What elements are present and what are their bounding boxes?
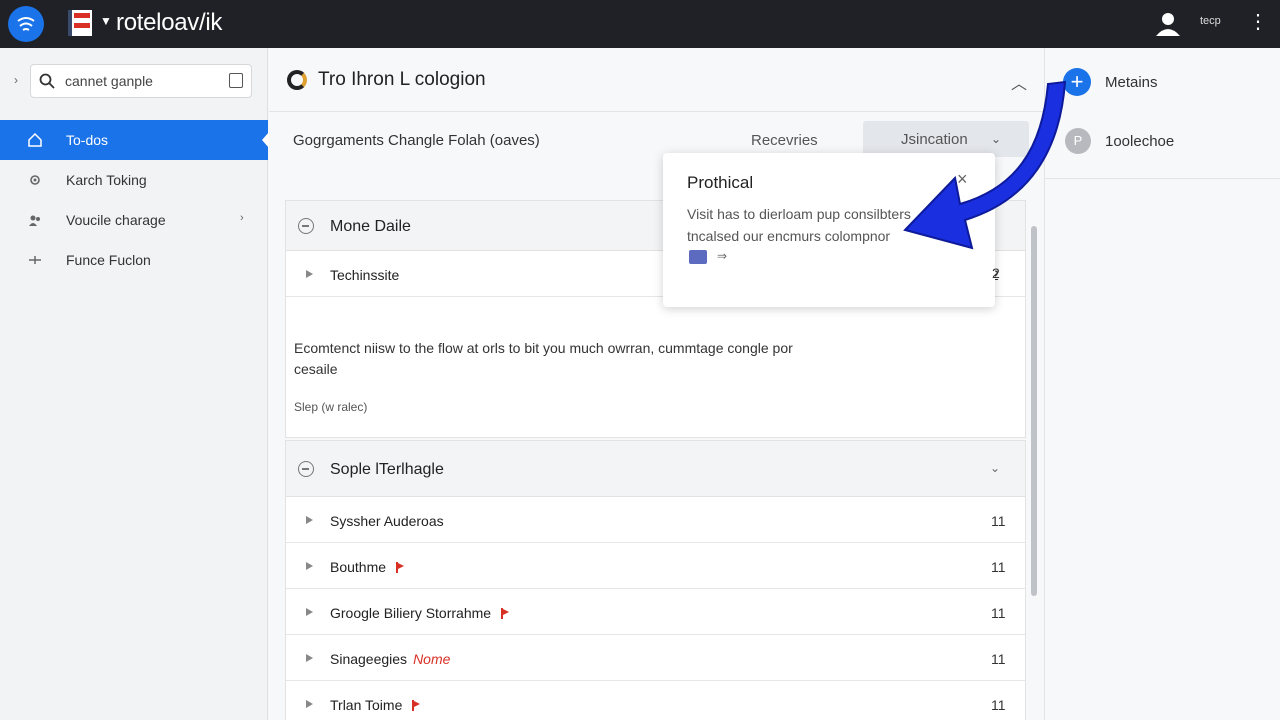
row-label-wrap: Groogle Biliery Storrahme xyxy=(330,605,510,621)
list-item[interactable]: Groogle Biliery Storrahme 11 xyxy=(286,589,1025,635)
sidebar: › To-dos Karch Toking Voucile charage › … xyxy=(0,48,269,720)
chevron-right-icon: › xyxy=(240,212,244,224)
flag-tag-icon xyxy=(501,608,510,619)
page-title: Tro Ihron L cologion xyxy=(318,69,486,90)
loading-icon xyxy=(287,70,307,90)
people-icon xyxy=(29,215,40,226)
dropdown-label: Jsincation xyxy=(901,131,968,148)
list-item[interactable]: Sinageegies Nome 11 xyxy=(286,635,1025,681)
app-logo-icon[interactable] xyxy=(8,6,44,42)
popover-body: Visit has to dierloam pup consilbters tn… xyxy=(687,206,911,244)
main-content: Tro Ihron L cologion ︿ Gogrgaments Chang… xyxy=(269,48,1044,720)
list-item[interactable]: Bouthme 11 xyxy=(286,543,1025,589)
metains-label[interactable]: Metains xyxy=(1105,74,1158,91)
flag-icon xyxy=(68,10,92,36)
row-label: Techinssite xyxy=(330,267,400,283)
row-count: 11 xyxy=(991,559,1006,575)
bullet-icon xyxy=(306,608,313,616)
row-label: Bouthme xyxy=(330,559,387,575)
chevron-right-icon[interactable]: › xyxy=(14,73,18,87)
sidebar-nav: To-dos Karch Toking Voucile charage › Fu… xyxy=(0,120,269,280)
flag-tag-icon xyxy=(396,562,405,573)
chevron-up-icon[interactable]: ︿ xyxy=(1011,70,1027,94)
bullet-icon xyxy=(306,654,313,662)
row-label: Syssher Auderoas xyxy=(330,513,444,529)
row-count: 11 xyxy=(991,513,1006,529)
sidebar-item-label: Karch Toking xyxy=(66,172,147,188)
row-count: 2 xyxy=(992,265,1000,281)
search-icon xyxy=(39,73,55,89)
bullet-icon xyxy=(306,700,313,708)
divider xyxy=(1045,178,1280,179)
sidebar-item-funce[interactable]: Funce Fuclon xyxy=(0,240,268,280)
flag-tag-icon xyxy=(412,700,421,711)
user-icon[interactable] xyxy=(1152,8,1184,40)
description-block: Ecomtenct niisw to the flow at orls to b… xyxy=(285,326,1026,438)
gear-icon xyxy=(30,175,40,185)
chevron-down-icon: ⌄ xyxy=(991,132,1002,146)
sidebar-item-label: Voucile charage xyxy=(66,212,166,228)
list-item[interactable]: Trlan Toime 11 xyxy=(286,681,1025,720)
user-label[interactable]: tecp xyxy=(1200,15,1221,27)
row-count: 11 xyxy=(991,605,1006,621)
section-title: Sople lTerlhagle xyxy=(330,461,444,478)
row-label: Sinageegies xyxy=(330,651,408,667)
receivers-button[interactable]: Recevries xyxy=(751,132,818,149)
list-item[interactable]: Syssher Auderoas 11 xyxy=(286,497,1025,543)
collapse-circle-icon[interactable] xyxy=(298,218,314,234)
section-header[interactable]: Sople lTerlhagle ⌄ xyxy=(286,441,1025,497)
description-text: Ecomtenct niisw to the flow at orls to b… xyxy=(294,340,793,377)
row-label-wrap: Bouthme xyxy=(330,559,405,575)
avatar[interactable]: P xyxy=(1065,128,1091,154)
row-count: 11 xyxy=(991,697,1006,713)
collapse-circle-icon[interactable] xyxy=(298,461,314,477)
right-panel: + Metains P 1oolechoe xyxy=(1044,48,1280,720)
arrow-icon[interactable]: ⇒ xyxy=(717,249,727,263)
add-button[interactable]: + xyxy=(1063,68,1091,96)
scrollbar[interactable] xyxy=(1031,226,1037,596)
popover-title: Prothical xyxy=(687,173,754,192)
bullet-icon xyxy=(306,516,313,524)
chevron-down-icon[interactable]: ▼ xyxy=(100,14,112,28)
description-note: Slep (w ralec) xyxy=(294,400,368,414)
sidebar-item-todos[interactable]: To-dos xyxy=(0,120,269,160)
tooltip-popover: Prothical × Visit has to dierloam pup co… xyxy=(663,153,995,307)
sidebar-item-label: To-dos xyxy=(66,132,109,148)
more-vert-icon[interactable]: ⋮ xyxy=(1248,10,1268,34)
top-bar: ▼ roteloav/ik tecp ⋮ xyxy=(0,0,1280,48)
section-sople: Sople lTerlhagle ⌄ Syssher Auderoas 11 B… xyxy=(285,440,1026,720)
row-label: Groogle Biliery Storrahme xyxy=(330,605,492,621)
row-label: Trlan Toime xyxy=(330,697,403,713)
bullet-icon xyxy=(306,562,313,570)
row-label-wrap: Sinageegies Nome xyxy=(330,651,450,667)
sidebar-item-karch[interactable]: Karch Toking xyxy=(0,160,268,200)
search-input[interactable] xyxy=(65,71,215,91)
brand-name[interactable]: roteloav/ik xyxy=(116,9,222,37)
filter-icon[interactable] xyxy=(229,73,243,88)
sidebar-item-label: Funce Fuclon xyxy=(66,252,151,268)
connect-icon xyxy=(29,256,41,264)
subheader-title: Gogrgaments Changle Folah (oaves) xyxy=(293,132,540,149)
row-label-wrap: Trlan Toime xyxy=(330,697,421,713)
row-tag: Nome xyxy=(413,651,451,667)
chevron-down-icon[interactable]: ⌄ xyxy=(990,461,1000,475)
search-box[interactable] xyxy=(30,64,252,98)
section-title: Mone Daile xyxy=(330,218,411,235)
jsincation-dropdown[interactable]: Jsincation ⌄ xyxy=(863,121,1029,157)
chip-icon[interactable] xyxy=(689,250,707,264)
bullet-icon xyxy=(306,270,313,278)
main-header: Tro Ihron L cologion ︿ xyxy=(269,48,1044,112)
sidebar-item-voucile[interactable]: Voucile charage › xyxy=(0,200,268,240)
close-icon[interactable]: × xyxy=(957,169,968,190)
tool-label[interactable]: 1oolechoe xyxy=(1105,133,1174,150)
home-icon xyxy=(28,133,42,147)
row-count: 11 xyxy=(991,651,1006,667)
